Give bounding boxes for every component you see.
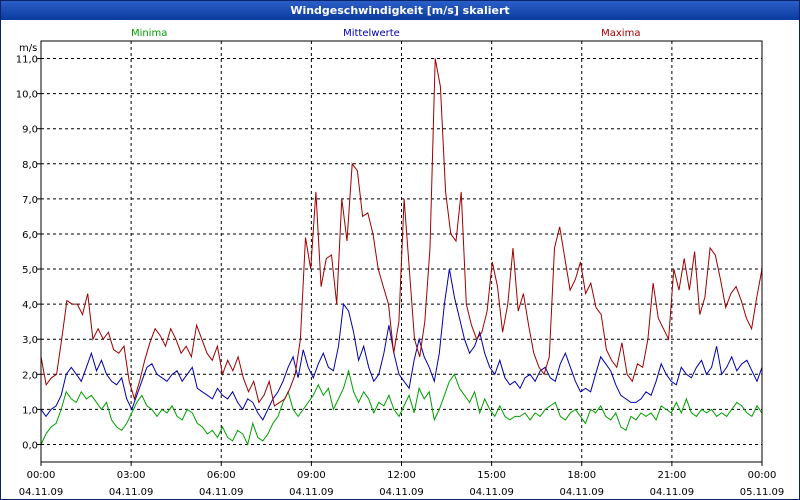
legend-entry-maxima: Maxima (601, 28, 640, 39)
legend-entry-minima: Minima (131, 28, 167, 39)
y-tick-label: 11,0 (16, 55, 38, 66)
y-tick-label: 1,0 (22, 405, 38, 416)
x-tick-date: 04.11.09 (559, 487, 604, 498)
y-tick-label: 2,0 (22, 370, 38, 381)
y-axis-ticks: 0,0 1,0 2,0 3,0 4,0 5,0 6,0 7,0 8,0 9,0 10,0 11,0 (16, 55, 41, 451)
x-tick-time: 09:00 (297, 470, 326, 481)
x-tick-date: 04.11.09 (379, 487, 424, 498)
x-tick-date: 04.11.09 (289, 487, 334, 498)
series-lines (40, 58, 763, 446)
y-tick-label: 10,0 (16, 90, 38, 101)
legend: Minima Mittelwerte Maxima (131, 28, 641, 39)
y-tick-label: 6,0 (22, 230, 38, 241)
y-tick-label: 7,0 (22, 195, 38, 206)
y-tick-label: 3,0 (22, 335, 38, 346)
y-tick-label: 4,0 (22, 300, 38, 311)
x-tick-time: 15:00 (477, 470, 506, 481)
y-tick-label: 0,0 (22, 440, 38, 451)
x-tick-date: 04.11.09 (650, 487, 695, 498)
y-tick-label: 8,0 (22, 160, 38, 171)
x-tick-time: 00:00 (748, 470, 777, 481)
y-tick-label: 9,0 (22, 125, 38, 136)
x-tick-time: 06:00 (207, 470, 236, 481)
window-title: Windgeschwindigkeit [m/s] skaliert (1, 1, 799, 20)
x-tick-time: 18:00 (567, 470, 596, 481)
x-tick-time: 03:00 (117, 470, 146, 481)
y-tick-label: 5,0 (22, 265, 38, 276)
x-tick-time: 12:00 (387, 470, 416, 481)
chart-window: Windgeschwindigkeit [m/s] skaliert 0,0 1,… (0, 0, 800, 500)
x-tick-time: 00:00 (27, 470, 56, 481)
y-axis-unit: m/s (19, 43, 37, 54)
x-tick-date: 04.11.09 (19, 487, 64, 498)
x-tick-date: 04.11.09 (199, 487, 244, 498)
x-tick-time: 21:00 (657, 470, 686, 481)
x-axis-ticks: 00:00 04.11.09 03:00 04.11.09 06:00 04.11.09 0… (19, 462, 785, 498)
x-tick-date: 04.11.09 (109, 487, 154, 498)
x-tick-date: 04.11.09 (469, 487, 514, 498)
legend-entry-mittelwerte: Mittelwerte (343, 28, 400, 39)
wind-speed-chart: 0,0 1,0 2,0 3,0 4,0 5,0 6,0 7,0 8,0 9,0 10,0 11,0 0… (16, 28, 785, 498)
x-tick-date: 05.11.09 (740, 487, 785, 498)
